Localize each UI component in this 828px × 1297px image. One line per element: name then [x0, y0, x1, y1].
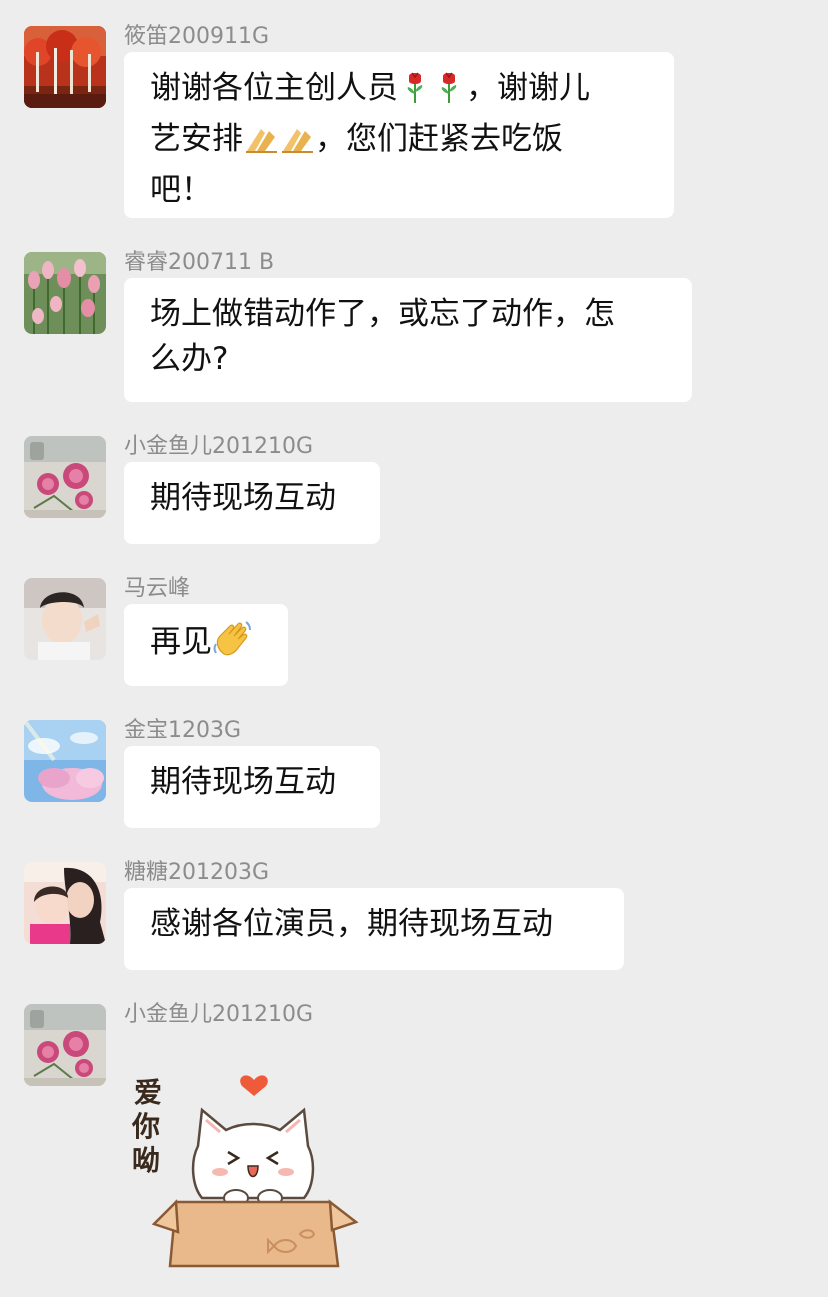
message-text: 吧！: [150, 172, 212, 208]
message-bubble[interactable]: 场上做错动作了，或忘了动作，怎 么办?: [124, 278, 692, 402]
avatar[interactable]: [24, 578, 106, 660]
avatar-image-red-forest: [24, 26, 106, 108]
avatar[interactable]: [24, 1004, 106, 1086]
sender-name: 小金鱼儿201210G: [124, 1002, 314, 1027]
avatar[interactable]: [24, 862, 106, 944]
avatar[interactable]: [24, 436, 106, 518]
message-bubble[interactable]: 期待现场互动: [124, 462, 380, 544]
sticker-text-ai-ni-you: 爱 你 呦: [131, 1076, 162, 1177]
avatar-image-tulips: [24, 252, 106, 334]
sender-name: 马云峰: [124, 576, 191, 601]
avatar-image-sky-blossom: [24, 720, 106, 802]
message-bubble[interactable]: 再见: [124, 604, 288, 686]
message-bubble[interactable]: 感谢各位演员，期待现场互动: [124, 888, 624, 970]
avatar[interactable]: [24, 720, 106, 802]
rose-icon: [398, 70, 432, 117]
sender-name: 睿睿200711 B: [124, 250, 275, 275]
message-text: ，您们赶紧去吃饭: [315, 121, 563, 157]
avatar-image-mother-child: [24, 862, 106, 944]
chat-message-list[interactable]: 筱笛200911G 谢谢各位主创人员 ，谢谢儿 艺安排 ，您们赶紧去吃饭 吧！: [0, 0, 828, 1297]
message-text: 谢谢各位主创人员: [150, 70, 398, 106]
svg-text:呦: 呦: [132, 1144, 160, 1177]
avatar-image-pink-flowers: [24, 1004, 106, 1086]
svg-text:你: 你: [131, 1110, 160, 1143]
message-text: 期待现场互动: [150, 764, 336, 800]
svg-text:爱: 爱: [134, 1076, 162, 1109]
folded-hands-icon: [279, 121, 315, 168]
message-text: 场上做错动作了，或忘了动作，怎: [150, 296, 615, 332]
message-text: 么办?: [150, 341, 229, 377]
cat-in-box-sticker[interactable]: 爱 你 呦: [124, 1034, 364, 1274]
message-text: 感谢各位演员，期待现场互动: [150, 906, 553, 942]
message-bubble[interactable]: 期待现场互动: [124, 746, 380, 828]
avatar[interactable]: [24, 26, 106, 108]
sender-name: 小金鱼儿201210G: [124, 434, 314, 459]
avatar[interactable]: [24, 252, 106, 334]
message-text: ，谢谢儿: [466, 70, 590, 106]
waving-hand-icon: [212, 618, 254, 671]
avatar-image-portrait: [24, 578, 106, 660]
avatar-image-pink-flowers: [24, 436, 106, 518]
message-text: 艺安排: [150, 121, 243, 157]
heart-icon: [240, 1075, 268, 1096]
message-bubble[interactable]: 谢谢各位主创人员 ，谢谢儿 艺安排 ，您们赶紧去吃饭 吧！: [124, 52, 674, 218]
message-text: 再见: [150, 624, 212, 660]
sender-name: 金宝1203G: [124, 718, 242, 743]
rose-icon: [432, 70, 466, 117]
sender-name: 糖糖201203G: [124, 860, 270, 885]
sender-name: 筱笛200911G: [124, 24, 270, 49]
message-text: 期待现场互动: [150, 480, 336, 516]
folded-hands-icon: [243, 121, 279, 168]
